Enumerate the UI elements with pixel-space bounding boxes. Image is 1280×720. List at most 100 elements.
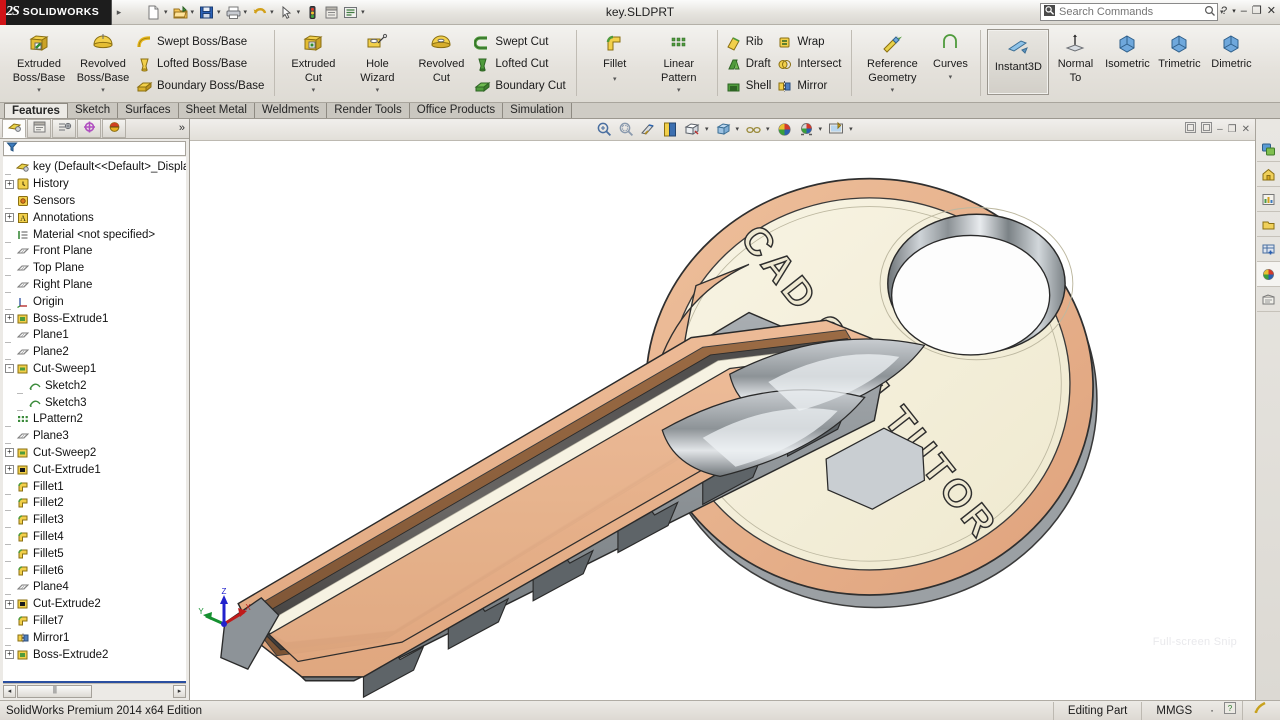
qat-print-caret[interactable]: ▾ [243, 4, 251, 21]
qat-print[interactable]: ▾ [224, 4, 251, 21]
search-input[interactable] [1059, 6, 1201, 18]
screen-capture-caret-icon[interactable]: ▾ [848, 121, 856, 138]
scenes-button[interactable] [1257, 262, 1280, 287]
curves-button[interactable]: Curves ▾ [926, 27, 974, 83]
intersect-button[interactable]: Intersect [775, 53, 845, 75]
tree-item-plane1[interactable]: Plane1 [3, 327, 186, 344]
menu-expand-chevron[interactable]: ▸ [112, 7, 126, 18]
tree-item-front-plane[interactable]: Front Plane [3, 243, 186, 260]
mirror-button[interactable]: Mirror [775, 75, 845, 97]
linear-pattern-button[interactable]: Linear Pattern ▾ [647, 27, 711, 97]
tree-item-cut-extrude2[interactable]: +Cut-Extrude2 [3, 596, 186, 613]
design-library-button[interactable] [1257, 162, 1280, 187]
qat-undo-caret[interactable]: ▾ [269, 4, 277, 21]
view-orientation-icon[interactable] [661, 120, 680, 139]
extruded-boss-caret-icon[interactable]: ▾ [37, 85, 41, 97]
tree-root-item[interactable]: key (Default<<Default>_Display [3, 159, 186, 176]
solidworks-logo[interactable]: 2S SOLIDWORKS [0, 0, 112, 25]
rib-button[interactable]: Rib [724, 31, 776, 53]
tree-item-cut-sweep2[interactable]: +Cut-Sweep2 [3, 445, 186, 462]
reference-geometry-button[interactable]: Reference Geometry ▾ [858, 27, 926, 97]
tree-item-cut-extrude1[interactable]: +Cut-Extrude1 [3, 461, 186, 478]
qat-select[interactable]: ▾ [277, 4, 304, 21]
tree-expander[interactable]: + [5, 650, 14, 659]
boundary-cut-button[interactable]: Boundary Cut [473, 75, 569, 97]
tree-item-top-plane[interactable]: Top Plane [3, 260, 186, 277]
tab-render-tools[interactable]: Render Tools [327, 103, 410, 118]
fillet-caret-icon[interactable]: ▾ [613, 74, 617, 86]
hscroll-left-arrow[interactable]: ◂ [3, 685, 16, 698]
qat-rebuild[interactable] [303, 4, 322, 21]
qat-new-document[interactable]: ▾ [144, 4, 171, 21]
tree-item-right-plane[interactable]: Right Plane [3, 277, 186, 294]
tree-item-fillet6[interactable]: Fillet6 [3, 562, 186, 579]
realview-caret-icon[interactable]: ▾ [818, 121, 826, 138]
sw-resources-button[interactable] [1257, 137, 1280, 162]
tree-item-boss-extrude2[interactable]: +Boss-Extrude2 [3, 646, 186, 663]
qat-options[interactable]: ▾ [341, 4, 368, 21]
tree-item-plane2[interactable]: Plane2 [3, 344, 186, 361]
tree-item-sketch2[interactable]: Sketch2 [3, 377, 186, 394]
glasses-caret-icon[interactable]: ▾ [765, 121, 773, 138]
fillet-button[interactable]: Fillet ▾ [583, 27, 647, 85]
status-units-caret[interactable]: · [1206, 702, 1218, 720]
section-view-icon[interactable] [639, 120, 658, 139]
tree-item-annotations[interactable]: +AAnnotations [3, 209, 186, 226]
curves-caret-icon[interactable]: ▾ [949, 72, 953, 84]
tree-expander[interactable]: + [5, 314, 14, 323]
revolved-boss-caret-icon[interactable]: ▾ [101, 85, 105, 97]
display-style-caret-icon[interactable]: ▾ [704, 121, 712, 138]
tree-expander[interactable]: + [5, 180, 14, 189]
tree-item-material[interactable]: Material <not specified> [3, 226, 186, 243]
qat-select-caret[interactable]: ▾ [296, 4, 304, 21]
tree-item-fillet7[interactable]: Fillet7 [3, 613, 186, 630]
tree-expander[interactable]: + [5, 448, 14, 457]
help-button[interactable]: ? [1221, 5, 1227, 17]
hscroll-right-arrow[interactable]: ▸ [173, 685, 186, 698]
configuration-manager-tab[interactable] [52, 119, 76, 138]
tree-item-plane3[interactable]: Plane3 [3, 428, 186, 445]
lofted-boss-base-button[interactable]: Lofted Boss/Base [135, 53, 268, 75]
feature-tree-hscrollbar[interactable]: ◂ ▸ [3, 683, 186, 698]
view-palette-button[interactable] [1257, 212, 1280, 237]
scene-sphere-icon[interactable] [775, 120, 794, 139]
doc-restore-button[interactable]: ❐ [1228, 124, 1237, 135]
hide-show-icon[interactable] [714, 120, 733, 139]
hole-wizard-caret-icon[interactable]: ▾ [376, 85, 380, 97]
linear-pattern-caret-icon[interactable]: ▾ [677, 85, 681, 97]
extruded-cut-button[interactable]: Extruded Cut ▾ [281, 27, 345, 97]
extruded-boss-base-button[interactable]: Extruded Boss/Base ▾ [7, 27, 71, 97]
realview-icon[interactable] [797, 120, 816, 139]
shell-button[interactable]: Shell [724, 75, 776, 97]
zoom-area-icon[interactable] [617, 120, 636, 139]
feature-tree-tab[interactable] [2, 119, 26, 138]
dimxpert-manager-tab[interactable] [77, 119, 101, 138]
doc-close-button[interactable]: ✕ [1242, 124, 1250, 135]
hole-wizard-button[interactable]: Hole Wizard ▾ [345, 27, 409, 97]
tile-v-icon[interactable] [1201, 122, 1212, 136]
tree-expander[interactable]: + [5, 465, 14, 474]
tree-item-fillet4[interactable]: Fillet4 [3, 529, 186, 546]
tree-item-origin[interactable]: Origin [3, 293, 186, 310]
glasses-icon[interactable] [744, 120, 763, 139]
tree-item-fillet2[interactable]: Fillet2 [3, 495, 186, 512]
tree-item-boss-extrude1[interactable]: +Boss-Extrude1 [3, 310, 186, 327]
qat-open-document[interactable]: ▾ [171, 4, 198, 21]
qat-new-caret[interactable]: ▾ [163, 4, 171, 21]
feature-manager-expand-chevron[interactable]: » [179, 122, 185, 134]
extruded-cut-caret-icon[interactable]: ▾ [312, 85, 316, 97]
tree-item-sensors[interactable]: Sensors [3, 193, 186, 210]
hide-show-caret-icon[interactable]: ▾ [735, 121, 743, 138]
units-overlay-icon[interactable]: ? [1218, 702, 1242, 720]
revolved-boss-base-button[interactable]: Revolved Boss/Base ▾ [71, 27, 135, 97]
trimetric-button[interactable]: Trimetric [1153, 27, 1205, 71]
wrap-button[interactable]: Wrap [775, 31, 845, 53]
tree-item-cut-sweep1[interactable]: -Cut-Sweep1 [3, 361, 186, 378]
swept-boss-base-button[interactable]: Swept Boss/Base [135, 31, 268, 53]
search-commands[interactable]: ▾ [1040, 3, 1218, 21]
qat-options-caret[interactable]: ▾ [360, 4, 368, 21]
tree-item-sketch3[interactable]: Sketch3 [3, 394, 186, 411]
tab-features[interactable]: Features [4, 103, 68, 118]
qat-save[interactable]: ▾ [197, 4, 224, 21]
hscroll-thumb[interactable] [17, 685, 92, 698]
